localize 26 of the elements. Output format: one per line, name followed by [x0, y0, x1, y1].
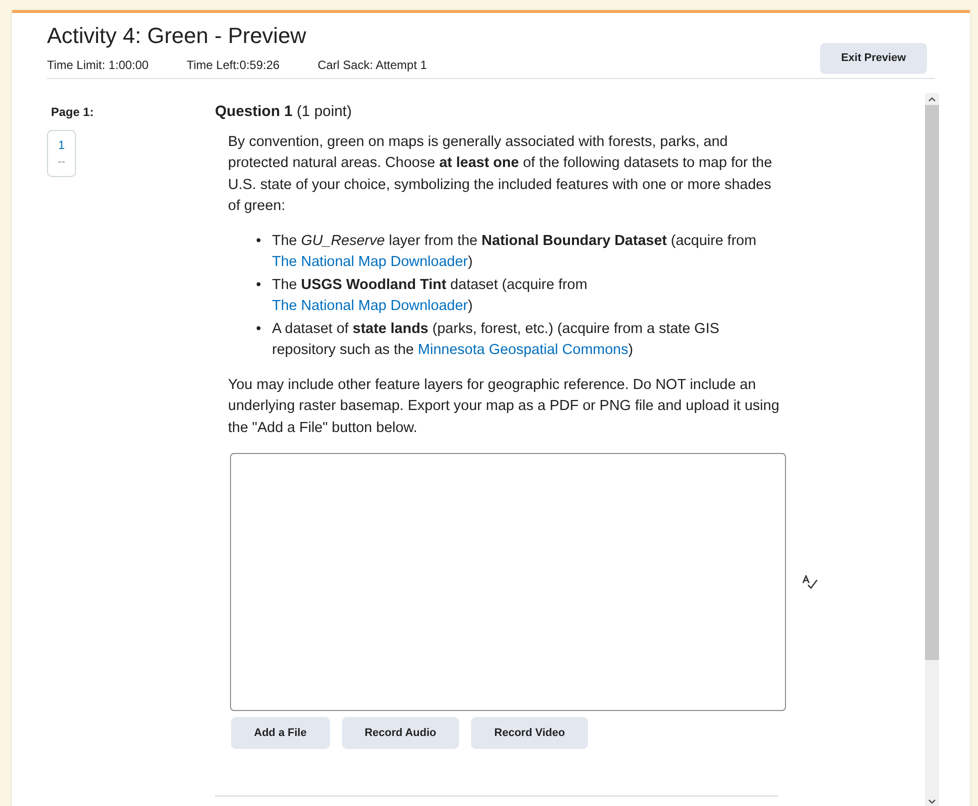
attachment-button[interactable]: Add a File [231, 717, 330, 749]
exit-preview-button[interactable]: Exit Preview [820, 43, 927, 74]
attempt-info: Carl Sack: Attempt 1 [318, 56, 427, 74]
question-text: By convention, green on maps is generally associated with forests, parks, and protected natural areas. Choose at least one of the following datasets to map for the U.S. state of your choice, symbolizing the included features with one or more shades of green: [228, 132, 774, 216]
dataset-item: The GU_Reserve layer from the National Boundary Dataset (acquire from The National Map Downloader) [272, 232, 758, 272]
attachment-button[interactable]: Record Video [471, 717, 588, 749]
scrollbar[interactable] [925, 93, 939, 806]
attachment-button[interactable]: Record Audio [342, 717, 460, 749]
downloader-link[interactable]: The National Map Downloader [272, 298, 468, 314]
scroll-up-icon[interactable] [928, 96, 936, 102]
bullet-marker: • [256, 232, 262, 250]
attempt-info: Time Left:0:59:26 [186, 56, 280, 74]
spellcheck-icon[interactable] [802, 575, 818, 589]
page-label: Page 1: [50, 104, 95, 121]
dataset-item: The USGS Woodland Tint dataset (acquire from The National Map Downloader) [272, 276, 588, 316]
bullet-marker: • [256, 320, 262, 338]
scroll-down-icon[interactable] [928, 799, 936, 805]
instructions-text: You may include other feature layers for geographic reference. Do NOT include an underlying raster basemap. Export your map as a PDF or PNG file and upload it using the "Add a File" button below. [228, 376, 780, 438]
dataset-item: A dataset of state lands (parks, forest, etc.) (acquire from a state GIS repository such as the Minnesota Geospatial Commons) [272, 320, 720, 360]
downloader-link[interactable]: The National Map Downloader [272, 254, 468, 270]
attempt-info: Time Limit: 1:00:00 [47, 56, 149, 74]
page-title: Activity 4: Green - Preview [47, 22, 308, 50]
page-question-link[interactable]: 1 -- [47, 130, 76, 177]
bullet-marker: • [256, 276, 262, 294]
question-title: Question 1 (1 point) [215, 102, 353, 122]
downloader-link[interactable]: Minnesota Geospatial Commons [418, 342, 628, 358]
